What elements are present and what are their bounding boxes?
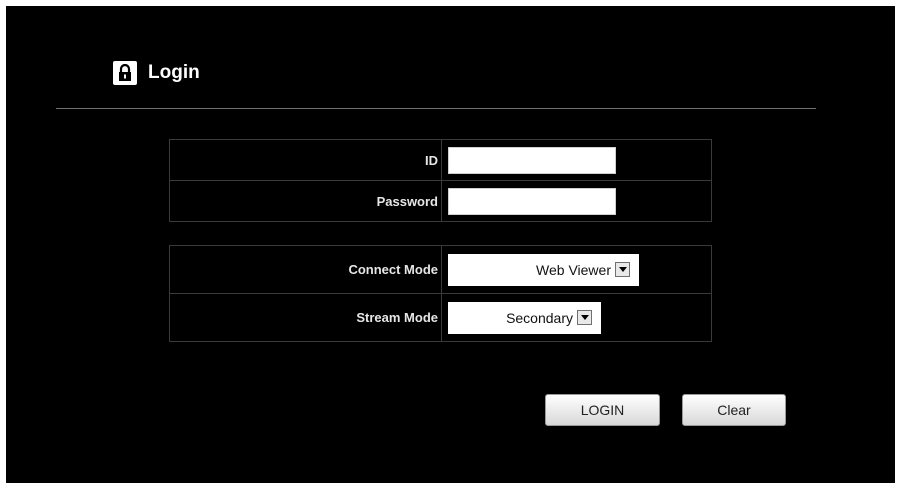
clear-button[interactable]: Clear	[682, 394, 786, 426]
login-button[interactable]: LOGIN	[545, 394, 660, 426]
id-input[interactable]	[448, 146, 616, 174]
chevron-down-icon[interactable]	[615, 262, 630, 277]
header-divider	[56, 108, 816, 109]
modes-table: Connect Mode Web Viewer Stream Mode Seco…	[169, 245, 712, 342]
connect-mode-value: Web Viewer	[536, 261, 611, 278]
page-title: Login	[148, 62, 200, 83]
password-input[interactable]	[448, 187, 616, 215]
credentials-table: ID Password	[169, 139, 712, 222]
id-label: ID	[169, 139, 442, 181]
connect-mode-label: Connect Mode	[169, 245, 442, 294]
chevron-down-icon[interactable]	[577, 310, 592, 325]
connect-mode-select[interactable]: Web Viewer	[448, 253, 639, 286]
login-header: Login	[113, 59, 200, 87]
stream-mode-select[interactable]: Secondary	[448, 301, 601, 334]
stream-mode-value: Secondary	[506, 309, 573, 326]
password-label: Password	[169, 180, 442, 222]
stream-mode-label: Stream Mode	[169, 293, 442, 342]
lock-icon	[113, 61, 137, 85]
